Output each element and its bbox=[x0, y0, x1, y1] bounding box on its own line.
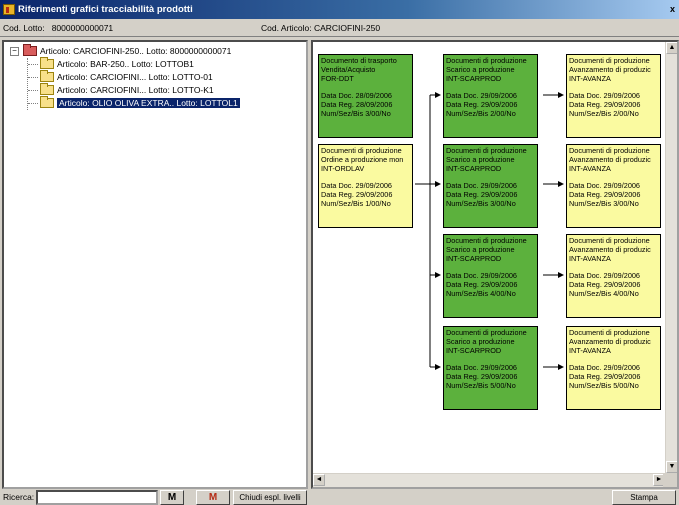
card-line: INT-ORDLAV bbox=[321, 163, 365, 173]
tree-connector bbox=[28, 64, 38, 65]
tree-connector bbox=[28, 90, 38, 91]
tree-root-node[interactable]: Articolo: CARCIOFINI-250.. Lotto: 800000… bbox=[23, 44, 232, 57]
document-card-int-avanza[interactable]: Documenti di produzione Avanzamento di p… bbox=[566, 326, 661, 410]
document-card-int-scarprod[interactable]: Documenti di produzione Scarico a produz… bbox=[443, 234, 538, 318]
tree-node-carciofini-lotto-k1[interactable]: Articolo: CARCIOFINI... Lotto: LOTTO-K1 bbox=[40, 83, 214, 96]
card-number: Num/Sez/Bis 3/00/No bbox=[569, 198, 639, 208]
find-button[interactable]: M bbox=[160, 490, 184, 505]
card-line: INT-AVANZA bbox=[569, 73, 611, 83]
lotto-label: Cod. Lotto: bbox=[3, 23, 45, 33]
info-bar: Cod. Lotto: 8000000000071 Cod. Articolo:… bbox=[0, 19, 679, 37]
tree-node-label: Articolo: CARCIOFINI-250.. Lotto: 800000… bbox=[40, 46, 232, 56]
card-number: Num/Sez/Bis 2/00/No bbox=[446, 108, 516, 118]
document-card-int-scarprod[interactable]: Documenti di produzione Scarico a produz… bbox=[443, 144, 538, 228]
search-label: Ricerca: bbox=[3, 492, 35, 502]
print-button[interactable]: Stampa bbox=[612, 490, 676, 505]
document-card-int-avanza[interactable]: Documenti di produzione Avanzamento di p… bbox=[566, 54, 661, 138]
folder-icon bbox=[40, 57, 54, 69]
card-number: Num/Sez/Bis 1/00/No bbox=[321, 198, 391, 208]
card-line: INT-AVANZA bbox=[569, 163, 611, 173]
articolo-value: CARCIOFINI-250 bbox=[313, 23, 381, 33]
title-bar: Riferimenti grafici tracciabilità prodot… bbox=[0, 0, 679, 19]
tree-node-label: Articolo: CARCIOFINI... Lotto: LOTTO-01 bbox=[57, 72, 213, 82]
tree-connector bbox=[28, 103, 38, 104]
tree-node-label: Articolo: BAR-250.. Lotto: LOTTOB1 bbox=[57, 59, 194, 69]
collapse-levels-button[interactable]: Chiudi espl. livelli bbox=[233, 490, 307, 505]
tree-connector bbox=[28, 77, 38, 78]
document-card-int-avanza[interactable]: Documenti di produzione Avanzamento di p… bbox=[566, 144, 661, 228]
binoculars-icon: M bbox=[167, 492, 177, 503]
window-title: Riferimenti grafici tracciabilità prodot… bbox=[18, 4, 193, 15]
scroll-up-icon[interactable]: ▲ bbox=[666, 42, 677, 54]
card-number: Num/Sez/Bis 3/00/No bbox=[321, 108, 391, 118]
bottom-toolbar: Ricerca: M M Chiudi espl. livelli Stampa bbox=[0, 489, 679, 505]
find-previous-button[interactable]: M bbox=[196, 490, 230, 505]
root-folder-icon bbox=[23, 44, 37, 56]
card-line: INT-SCARPROD bbox=[446, 163, 502, 173]
card-number: Num/Sez/Bis 5/00/No bbox=[569, 380, 639, 390]
tree-view[interactable]: − Articolo: CARCIOFINI-250.. Lotto: 8000… bbox=[2, 40, 308, 489]
collapse-toggle-icon[interactable]: − bbox=[10, 47, 19, 56]
card-number: Num/Sez/Bis 4/00/No bbox=[569, 288, 639, 298]
document-card-int-ordlav[interactable]: Documenti di produzione Ordine a produzi… bbox=[318, 144, 413, 228]
lotto-value: 8000000000071 bbox=[51, 23, 114, 33]
card-number: Num/Sez/Bis 3/00/No bbox=[446, 198, 516, 208]
card-line: INT-SCARPROD bbox=[446, 253, 502, 263]
card-line: INT-SCARPROD bbox=[446, 73, 502, 83]
folder-icon bbox=[40, 96, 54, 108]
document-card-int-scarprod[interactable]: Documenti di produzione Scarico a produz… bbox=[443, 326, 538, 410]
close-icon[interactable]: x bbox=[670, 3, 678, 15]
binoculars-red-icon: M bbox=[208, 492, 218, 503]
tree-node-label: Articolo: CARCIOFINI... Lotto: LOTTO-K1 bbox=[57, 85, 214, 95]
folder-icon bbox=[40, 70, 54, 82]
lotto-info: Cod. Lotto: 8000000000071 bbox=[3, 19, 113, 37]
tree-node-carciofini-lotto-01[interactable]: Articolo: CARCIOFINI... Lotto: LOTTO-01 bbox=[40, 70, 213, 83]
tree-node-label-selected: Articolo: OLIO OLIVA EXTRA.. Lotto: LOTT… bbox=[57, 98, 240, 108]
scroll-down-icon[interactable]: ▼ bbox=[666, 461, 677, 473]
tree-node-bar-250[interactable]: Articolo: BAR-250.. Lotto: LOTTOB1 bbox=[40, 57, 194, 70]
scroll-left-icon[interactable]: ◄ bbox=[313, 474, 325, 486]
document-card-int-avanza[interactable]: Documenti di produzione Avanzamento di p… bbox=[566, 234, 661, 318]
folder-icon bbox=[40, 83, 54, 95]
graph-view[interactable]: Documento di trasporto Vendita/Acquisto … bbox=[311, 40, 679, 489]
document-card-int-scarprod[interactable]: Documenti di produzione Scarico a produz… bbox=[443, 54, 538, 138]
card-number: Num/Sez/Bis 2/00/No bbox=[569, 108, 639, 118]
app-icon bbox=[3, 4, 15, 15]
document-card-for-ddt[interactable]: Documento di trasporto Vendita/Acquisto … bbox=[318, 54, 413, 138]
card-number: Num/Sez/Bis 5/00/No bbox=[446, 380, 516, 390]
articolo-info: Cod. Articolo: CARCIOFINI-250 bbox=[261, 19, 380, 37]
scroll-corner bbox=[663, 473, 677, 487]
horizontal-scrollbar[interactable]: ◄ ► bbox=[313, 473, 665, 487]
card-number: Num/Sez/Bis 4/00/No bbox=[446, 288, 516, 298]
vertical-scrollbar[interactable]: ▲ ▼ bbox=[665, 42, 677, 473]
tree-node-olio-oliva[interactable]: Articolo: OLIO OLIVA EXTRA.. Lotto: LOTT… bbox=[40, 96, 240, 109]
card-line: INT-AVANZA bbox=[569, 345, 611, 355]
card-line: INT-SCARPROD bbox=[446, 345, 502, 355]
search-input[interactable] bbox=[36, 490, 158, 505]
card-line: INT-AVANZA bbox=[569, 253, 611, 263]
card-line: FOR-DDT bbox=[321, 73, 354, 83]
articolo-label: Cod. Articolo: bbox=[261, 23, 312, 33]
